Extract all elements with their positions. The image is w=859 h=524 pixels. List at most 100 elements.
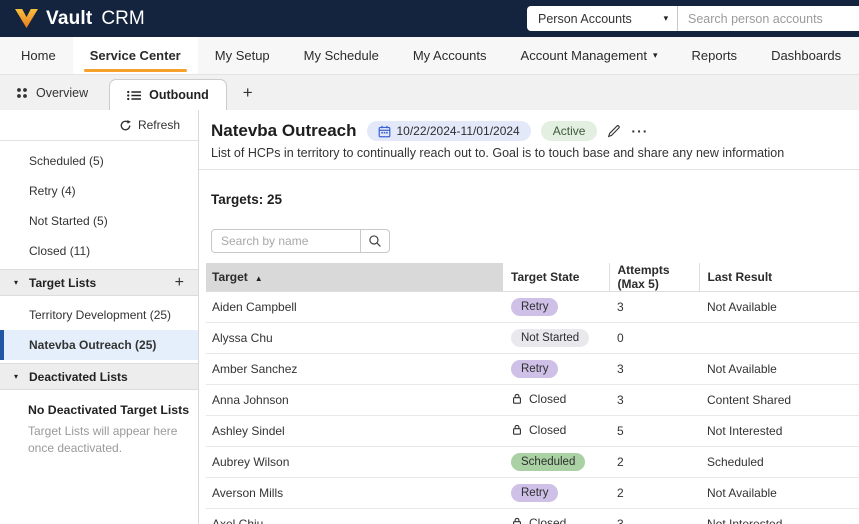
attempts-cell: 3 [617, 300, 624, 314]
sidebar-item-retry-4[interactable]: Retry (4) [0, 176, 198, 206]
nav-item-my-setup[interactable]: My Setup [198, 37, 287, 74]
pencil-icon [607, 124, 621, 138]
nav-item-my-schedule[interactable]: My Schedule [287, 37, 396, 74]
vault-crm-logo[interactable]: Vault CRM [14, 8, 145, 30]
target-name-cell: Aubrey Wilson [212, 455, 290, 469]
nav-item-reports[interactable]: Reports [675, 37, 755, 74]
account-type-selector[interactable]: Person Accounts ▾ [527, 6, 677, 31]
table-row[interactable]: Amber Sanchez Retry 3 Not Available [206, 354, 859, 385]
search-button[interactable] [361, 229, 390, 253]
target-state-cell: Closed [503, 416, 609, 447]
table-row[interactable]: Ashley Sindel Closed 5 Not Interested [206, 416, 859, 447]
column-header-last-result[interactable]: Last Result [698, 263, 859, 292]
status-badge: Active [540, 121, 598, 141]
attempts-cell: 3 [617, 393, 624, 407]
collapse-triangle-icon: ▾ [14, 278, 19, 287]
refresh-button[interactable]: Refresh [0, 110, 198, 141]
table-row[interactable]: Anna Johnson Closed 3 Content Shared [206, 385, 859, 416]
target-state-cell: Retry [503, 478, 609, 509]
empty-state-title: No Deactivated Target Lists [28, 403, 190, 417]
target-lists-section-header[interactable]: ▾ Target Lists + [0, 269, 198, 296]
main-panel: Natevba Outreach 10/22/2024-11/01/2024 A… [199, 110, 859, 524]
target-name-cell: Axel Chiu [212, 517, 264, 524]
attempts-cell: 2 [617, 486, 624, 500]
target-state-cell: Not Started [503, 323, 609, 354]
state-badge: Not Started [511, 329, 590, 347]
sidebar-item-not-started-5[interactable]: Not Started (5) [0, 206, 198, 236]
column-header-target[interactable]: Target ▲ [206, 263, 503, 292]
nav-item-account-management[interactable]: Account Management ▾ [504, 37, 675, 74]
main-nav: Home Service Center My Setup My Schedule My … [0, 37, 859, 75]
table-header-row: Target ▲ Target State Attempts (Max 5) La… [206, 263, 859, 292]
list-header: Natevba Outreach 10/22/2024-11/01/2024 A… [211, 121, 847, 141]
target-name-cell: Anna Johnson [212, 393, 289, 407]
tab-outbound-label: Outbound [149, 88, 209, 102]
last-result-cell: Not Available [707, 362, 777, 376]
new-tab-button[interactable]: + [227, 75, 269, 110]
sidebar-item-closed-11[interactable]: Closed (11) [0, 236, 198, 266]
lock-icon [511, 423, 523, 436]
sidebar-item-scheduled-5[interactable]: Scheduled (5) [0, 146, 198, 176]
chevron-down-icon: ▾ [663, 13, 669, 23]
attempts-cell: 3 [617, 362, 624, 376]
date-range-badge: 10/22/2024-11/01/2024 [366, 121, 531, 141]
search-by-name-input[interactable] [211, 229, 361, 253]
target-name-cell: Alyssa Chu [212, 331, 273, 345]
column-header-target-state[interactable]: Target State [503, 263, 609, 292]
column-header-attempts[interactable]: Attempts (Max 5) [608, 263, 699, 292]
brand-vault: Vault [46, 7, 93, 29]
sidebar-item-natevba-outreach-25[interactable]: Natevba Outreach (25) [0, 330, 198, 360]
lock-icon [511, 392, 523, 405]
target-lists: Territory Development (25) Natevba Outrea… [0, 296, 198, 363]
more-actions-button[interactable]: ··· [631, 123, 648, 139]
deactivated-lists-section-header[interactable]: ▾ Deactivated Lists [0, 363, 198, 390]
target-state-cell: Closed [503, 509, 609, 524]
top-bar: Vault CRM Person Accounts ▾ [0, 0, 859, 37]
last-result-cell: Not Interested [707, 424, 783, 438]
brand-crm: CRM [101, 7, 145, 29]
vault-crm-app: Vault CRM Person Accounts ▾ HomeService C… [0, 0, 859, 524]
state-badge: Retry [511, 298, 559, 316]
nav-item-service-center[interactable]: Service Center [72, 37, 198, 74]
table-row[interactable]: Aubrey Wilson Scheduled 2 Scheduled [206, 447, 859, 478]
last-result-cell: Content Shared [707, 393, 792, 407]
table-row[interactable]: Axel Chiu Closed 3 Not Interested [206, 509, 859, 524]
chevron-down-icon: ▾ [653, 50, 658, 60]
state-badge: Retry [511, 360, 559, 378]
target-name-cell: Averson Mills [212, 486, 284, 500]
global-search-input[interactable] [678, 6, 859, 31]
tab-outbound[interactable]: Outbound [109, 79, 227, 110]
add-target-list-button[interactable]: + [175, 274, 184, 291]
tab-bar: Overview Outbound + [0, 75, 859, 110]
empty-state-text: Target Lists will appear here once deact… [28, 424, 178, 456]
target-lists-header-label: Target Lists [29, 275, 97, 290]
target-name-cell: Aiden Campbell [212, 300, 297, 314]
table-row[interactable]: Aiden Campbell Retry 3 Not Available [206, 292, 859, 323]
attempts-cell: 2 [617, 455, 624, 469]
deactivated-empty-state: No Deactivated Target Lists Target Lists… [0, 390, 198, 458]
state-closed: Closed [511, 516, 566, 524]
collapse-triangle-icon: ▾ [14, 372, 19, 381]
sidebar: Refresh Scheduled (5) Retry (4) Not Starte… [0, 110, 199, 524]
account-selector-label: Person Accounts [538, 11, 632, 26]
sidebar-item-territory-development-25[interactable]: Territory Development (25) [0, 300, 198, 330]
table-row[interactable]: Alyssa Chu Not Started 0 [206, 323, 859, 354]
global-search: Person Accounts ▾ [527, 6, 859, 31]
page-title: Natevba Outreach [211, 121, 357, 140]
nav-item-my-accounts[interactable]: My Accounts [396, 37, 504, 74]
tab-overview[interactable]: Overview [14, 75, 103, 110]
edit-button[interactable] [607, 124, 621, 138]
state-closed: Closed [511, 423, 566, 437]
state-badge: Scheduled [511, 453, 586, 471]
targets-table-body: Aiden Campbell Retry 3 Not Available Alyssa … [206, 292, 859, 524]
target-state-cell: Closed [503, 385, 609, 416]
date-range-label: 10/22/2024-11/01/2024 [396, 124, 520, 138]
deactivated-lists-header-label: Deactivated Lists [29, 369, 128, 384]
status-filter-list: Scheduled (5) Retry (4) Not Started (5) Clo… [0, 141, 198, 269]
nav-item-home[interactable]: Home [4, 37, 73, 74]
nav-item-dashboards[interactable]: Dashboards [754, 37, 858, 74]
tab-overview-label: Overview [36, 85, 89, 100]
target-name-cell: Amber Sanchez [212, 362, 298, 376]
list-description: List of HCPs in territory to continually… [211, 146, 785, 160]
table-row[interactable]: Averson Mills Retry 2 Not Available [206, 478, 859, 509]
